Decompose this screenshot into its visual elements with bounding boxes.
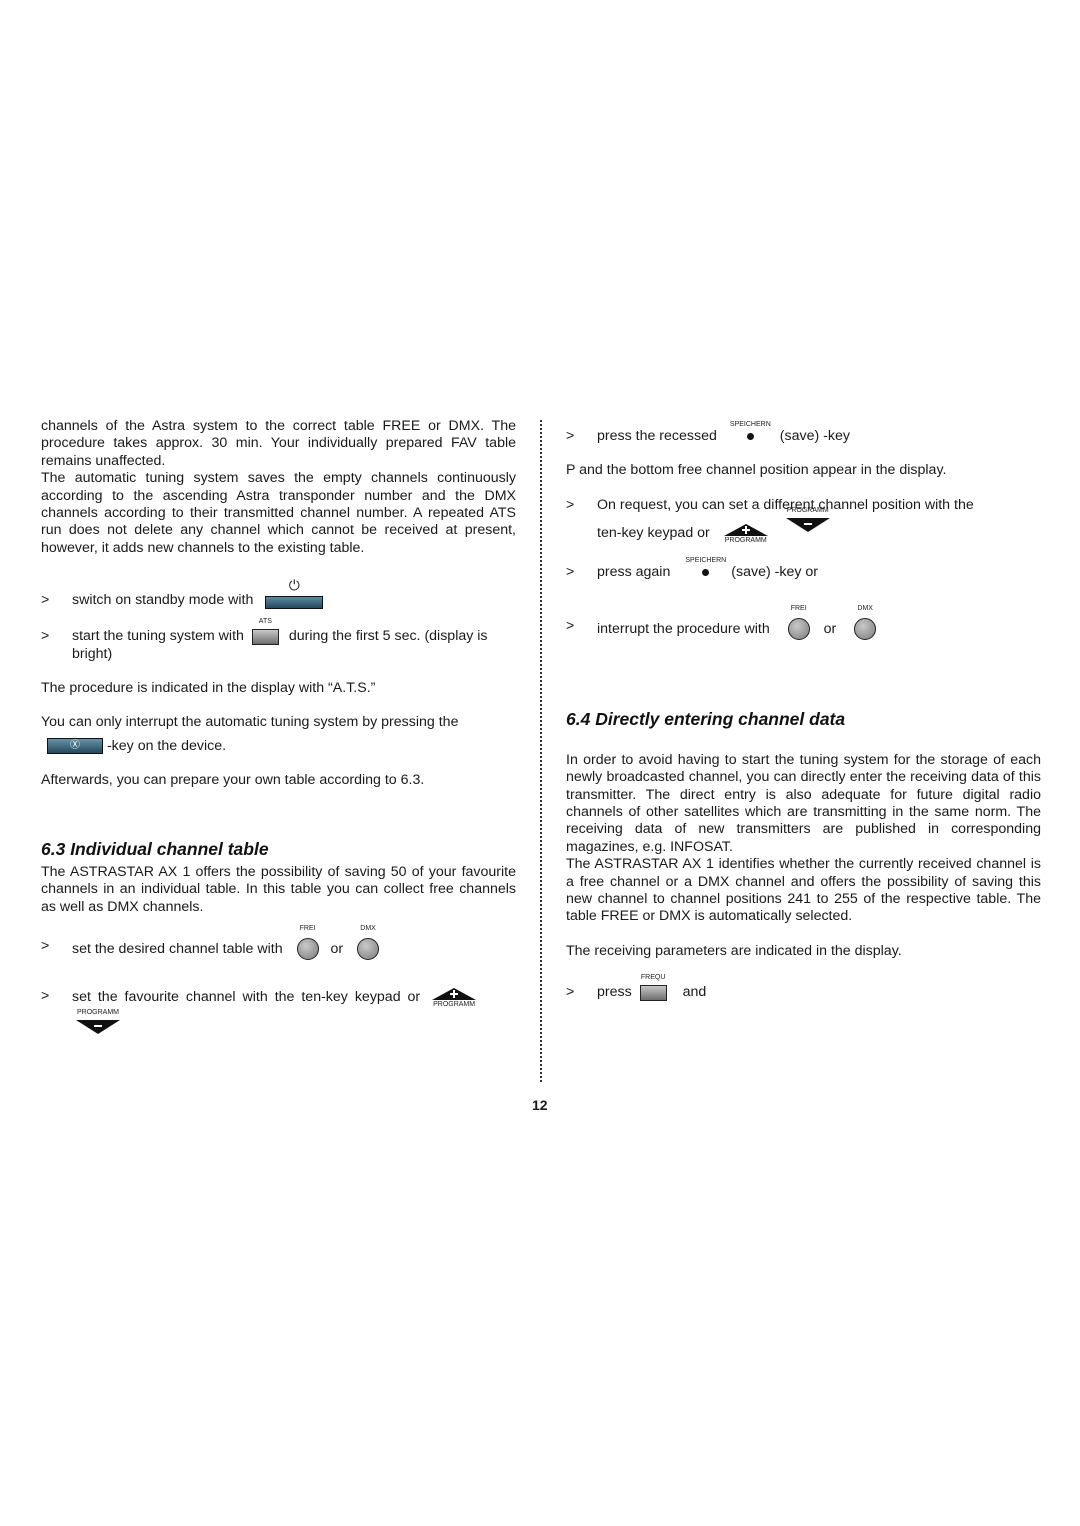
page-number: 12 — [532, 1097, 548, 1113]
section-6-4-body-2: The ASTRASTAR AX 1 identifies whether th… — [566, 856, 1041, 925]
intro-paragraph-1: channels of the Astra system to the corr… — [41, 418, 516, 469]
step-marker: > — [41, 628, 50, 645]
step-marker: > — [566, 984, 575, 1001]
frei-key: FREI — [787, 605, 810, 640]
step-marker: > — [566, 428, 575, 444]
step-text: start the tuning system with — [72, 628, 244, 645]
power-icon: ⏻ — [288, 577, 300, 593]
step-marker: > — [41, 592, 50, 609]
step-text: press — [597, 984, 632, 1001]
step-text-after: (save) -key or — [731, 564, 818, 581]
left-column: channels of the Astra system to the corr… — [41, 418, 516, 1036]
params-text: The receiving parameters are indicated i… — [566, 942, 902, 959]
device-power-key: Ⓧ — [47, 738, 103, 755]
dmx-key: DMX — [357, 925, 380, 960]
speichern-key: SPEICHERN — [730, 421, 771, 440]
program-up-key: PROGRAMM — [432, 987, 477, 1008]
step-press-recessed: > press the recessed SPEICHERN (save) -k… — [566, 421, 1041, 445]
step-favourite-channel: > set the favourite channel with the ten… — [41, 987, 516, 1036]
or-text: or — [330, 940, 344, 957]
ats-indicator-text: The procedure is indicated in the displa… — [41, 680, 376, 697]
step-text: set the desired channel table with — [72, 940, 283, 957]
step-marker: > — [566, 564, 575, 581]
step-set-position: > On request, you can set a different ch… — [566, 496, 1041, 544]
or-text: or — [823, 620, 837, 637]
speichern-key: SPEICHERN — [685, 557, 726, 577]
step-text-after: (save) -key — [779, 428, 850, 444]
step-marker: > — [566, 496, 575, 513]
standby-key: ⏻ — [265, 578, 324, 609]
step-text: press again — [597, 564, 671, 581]
section-6-4-heading: 6.4 Directly entering channel data — [566, 708, 846, 729]
ats-key: ATS — [251, 618, 279, 645]
step-marker: > — [41, 937, 50, 954]
step-start-tuning: > start the tuning system with ATS durin… — [41, 618, 516, 663]
power-icon: Ⓧ — [47, 738, 103, 755]
step-text-after: and — [682, 984, 707, 1001]
program-down-key: PROGRAMM — [76, 1009, 120, 1036]
display-text: P and the bottom free channel position a… — [566, 462, 947, 479]
step-text: interrupt the procedure with — [597, 620, 770, 637]
step-interrupt: > interrupt the procedure with FREI or D… — [566, 605, 1041, 640]
step-text: switch on standby mode with — [72, 592, 254, 609]
program-down-key: PROGRAMM — [785, 507, 830, 534]
step-text-2: ten-key keypad or — [597, 524, 710, 541]
step-press-again: > press again SPEICHERN (save) -key or — [566, 557, 1041, 581]
frei-key: FREI — [296, 925, 319, 960]
step-channel-table: > set the desired channel table with FRE… — [41, 925, 516, 960]
section-6-4-body-1: In order to avoid having to start the tu… — [566, 751, 1041, 855]
step-marker: > — [41, 987, 50, 1004]
right-column: > press the recessed SPEICHERN (save) -k… — [566, 421, 1041, 1002]
interrupt-text-after: -key on the device. — [106, 737, 227, 754]
step-marker: > — [566, 617, 575, 634]
dmx-key: DMX — [854, 605, 877, 640]
section-6-3-heading: 6.3 Individual channel table — [41, 838, 269, 859]
step-text: press the recessed — [597, 428, 717, 444]
afterwards-text: Afterwards, you can prepare your own tab… — [41, 772, 425, 789]
interrupt-text: You can only interrupt the automatic tun… — [41, 714, 459, 731]
intro-paragraph-2: The automatic tuning system saves the em… — [41, 470, 516, 556]
step-standby: > switch on standby mode with ⏻ — [41, 578, 516, 614]
frequ-key: FREQU — [639, 974, 667, 1001]
step-press-frequ: > press FREQU and — [566, 974, 1041, 1001]
step-text: set the favourite channel with the ten-k… — [72, 988, 421, 1005]
section-6-3-body: The ASTRASTAR AX 1 offers the possibilit… — [41, 863, 516, 915]
column-divider — [540, 420, 542, 1082]
program-up-key: PROGRAMM — [723, 524, 768, 544]
